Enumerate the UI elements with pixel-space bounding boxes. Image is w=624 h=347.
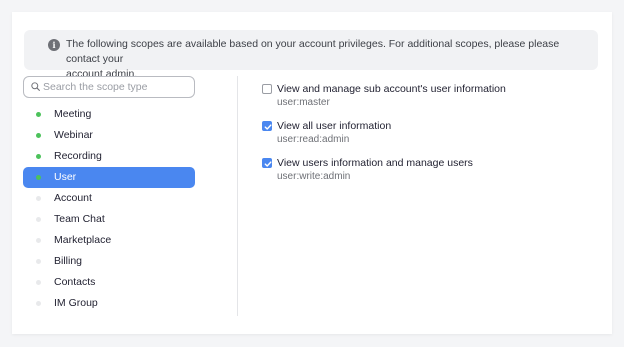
check-icon bbox=[264, 161, 272, 167]
scope-item-billing[interactable]: Billing bbox=[23, 251, 195, 272]
permission-item: View all user information user:read:admi… bbox=[260, 119, 600, 156]
scope-item-recording[interactable]: Recording bbox=[23, 146, 195, 167]
status-dot bbox=[36, 217, 41, 222]
scope-item-label: Webinar bbox=[54, 129, 93, 141]
status-dot bbox=[36, 280, 41, 285]
status-dot bbox=[36, 238, 41, 243]
scope-item-team-chat[interactable]: Team Chat bbox=[23, 209, 195, 230]
status-dot bbox=[36, 112, 41, 117]
scope-item-contacts[interactable]: Contacts bbox=[23, 272, 195, 293]
permissions-panel: View and manage sub account's user infor… bbox=[260, 82, 600, 193]
info-icon: i bbox=[48, 39, 60, 51]
scope-item-label: IM Group bbox=[54, 297, 98, 309]
permission-title: View and manage sub account's user infor… bbox=[277, 83, 506, 95]
info-banner: i The following scopes are available bas… bbox=[24, 30, 598, 80]
scope-item-label: Meeting bbox=[54, 108, 92, 120]
scope-item-label: Billing bbox=[54, 255, 83, 267]
scope-item-label: User bbox=[54, 171, 77, 183]
scope-type-list: Meeting Webinar Recording User Account T… bbox=[23, 104, 195, 314]
permission-checkbox[interactable] bbox=[262, 84, 272, 94]
scope-item-label: Account bbox=[54, 192, 92, 204]
scopes-card: i The following scopes are available bas… bbox=[12, 12, 612, 334]
status-dot bbox=[36, 196, 41, 201]
status-dot bbox=[36, 259, 41, 264]
permission-item: View users information and manage users … bbox=[260, 156, 600, 193]
permission-checkbox[interactable] bbox=[262, 121, 272, 131]
panel-divider bbox=[237, 76, 238, 316]
scope-item-label: Team Chat bbox=[54, 213, 105, 225]
permission-scope: user:write:admin bbox=[277, 171, 351, 182]
search-icon bbox=[31, 82, 40, 91]
status-dot bbox=[36, 133, 41, 138]
search-box[interactable] bbox=[23, 76, 195, 98]
permission-checkbox[interactable] bbox=[262, 158, 272, 168]
status-dot bbox=[36, 175, 41, 180]
permission-scope: user:read:admin bbox=[277, 134, 350, 145]
search-input[interactable] bbox=[43, 79, 191, 95]
scope-item-meeting[interactable]: Meeting bbox=[23, 104, 195, 125]
scope-item-label: Recording bbox=[54, 150, 102, 162]
permission-item: View and manage sub account's user infor… bbox=[260, 82, 600, 119]
permission-scope: user:master bbox=[277, 97, 330, 108]
permission-title: View users information and manage users bbox=[277, 157, 473, 169]
scope-item-label: Marketplace bbox=[54, 234, 112, 246]
scope-item-label: Contacts bbox=[54, 276, 96, 288]
banner-text-line-1: The following scopes are available based… bbox=[66, 38, 560, 65]
scope-type-panel: Meeting Webinar Recording User Account T… bbox=[23, 76, 197, 316]
scope-item-webinar[interactable]: Webinar bbox=[23, 125, 195, 146]
scope-item-account[interactable]: Account bbox=[23, 188, 195, 209]
scope-item-im-group[interactable]: IM Group bbox=[23, 293, 195, 314]
scope-item-user[interactable]: User bbox=[23, 167, 195, 188]
status-dot bbox=[36, 154, 41, 159]
status-dot bbox=[36, 301, 41, 306]
scope-item-marketplace[interactable]: Marketplace bbox=[23, 230, 195, 251]
check-icon bbox=[264, 124, 272, 130]
permission-title: View all user information bbox=[277, 120, 392, 132]
